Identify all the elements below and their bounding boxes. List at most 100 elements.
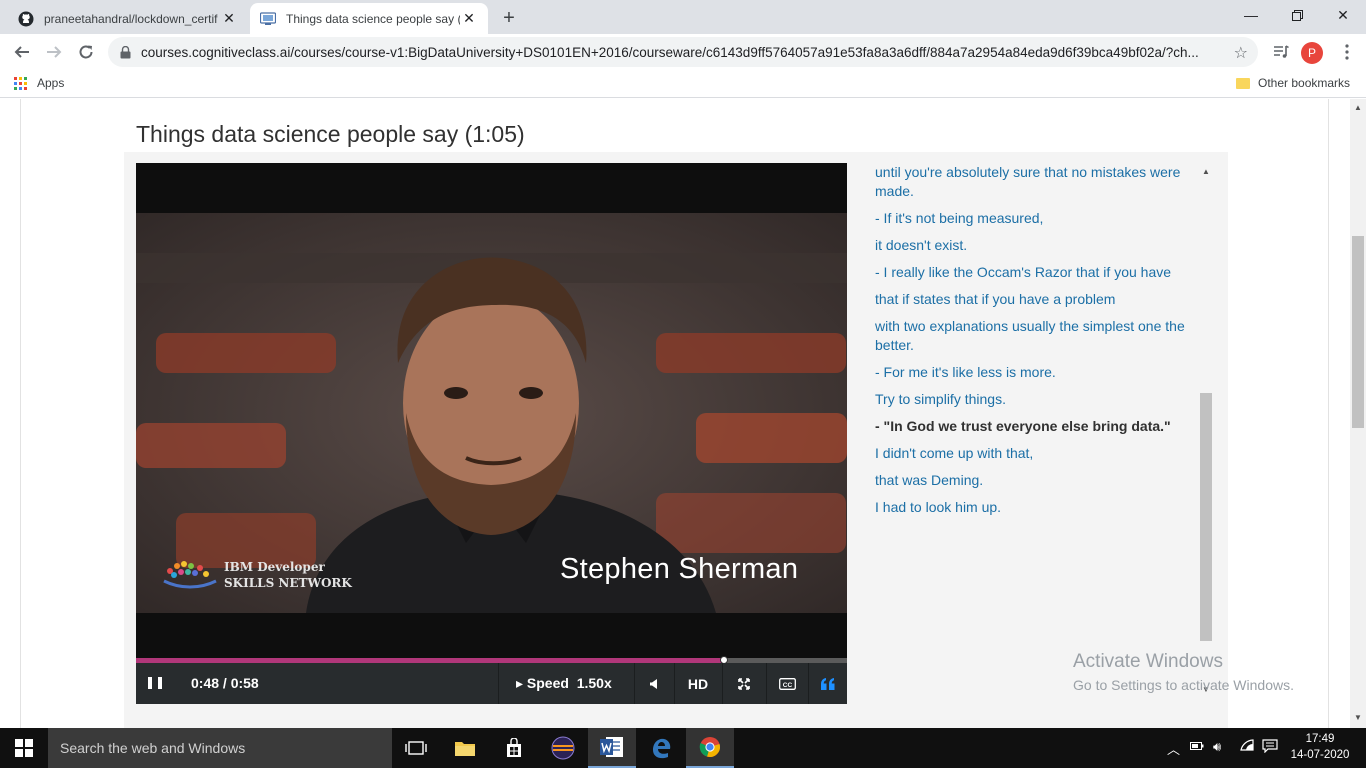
edge-icon[interactable] [637,728,685,768]
video-player[interactable]: IBM Developer SKILLS NETWORK Stephen She… [136,163,847,704]
taskbar-search-box[interactable]: Search the web and Windows [48,728,392,768]
scroll-down-arrow-icon[interactable]: ▼ [1354,713,1362,722]
back-arrow-icon[interactable] [9,39,35,65]
scroll-up-arrow-icon[interactable]: ▲ [1202,167,1210,176]
play-arrow-icon: ▸ [516,675,524,691]
word-icon[interactable] [588,728,636,768]
cc-icon: CC [778,677,796,690]
transcript-panel: until you're absolutely sure that no mis… [875,163,1195,525]
restore-icon[interactable] [1274,0,1320,30]
video-title: Things data science people say (1:05) [136,121,525,147]
new-tab-button[interactable]: + [496,6,522,30]
quote-icon [820,677,834,690]
other-bookmarks[interactable]: Other bookmarks [1236,76,1350,90]
scroll-up-arrow-icon[interactable]: ▲ [1354,103,1362,112]
windows-start-icon[interactable] [0,728,48,768]
apps-grid-icon [14,76,27,90]
clock-time: 17:49 [1305,733,1335,745]
transcript-line[interactable]: Try to simplify things. [875,390,1195,409]
close-window-icon[interactable]: ✕ [1320,0,1366,30]
tab-title: Things data science people say ( [286,11,460,26]
clock-date: 14-07-2020 [1290,749,1350,761]
close-tab-icon[interactable]: ✕ [220,10,238,28]
closed-captions-button[interactable]: CC [766,663,808,704]
forward-arrow-icon[interactable] [41,39,67,65]
transcript-line[interactable]: I had to look him up. [875,498,1195,517]
bookmark-star-icon[interactable]: ☆ [1234,43,1248,63]
speaker-name-caption: Stephen Sherman [560,553,799,585]
eclipse-icon[interactable] [539,728,587,768]
content-border [1328,99,1329,728]
page-content: Things data science people say (1:05) IB… [0,99,1350,728]
volume-button[interactable] [634,663,674,704]
browser-toolbar: courses.cognitiveclass.ai/courses/course… [0,34,1366,70]
speed-value: 1.50x [576,675,612,691]
other-bookmarks-label: Other bookmarks [1258,76,1351,90]
course-site-icon [260,11,276,27]
file-explorer-icon[interactable] [441,728,489,768]
content-border [20,99,21,728]
action-center-icon[interactable] [1262,739,1278,756]
chrome-icon[interactable] [686,728,734,768]
task-view-icon[interactable] [392,728,440,768]
transcript-line[interactable]: it doesn't exist. [875,236,1195,255]
fullscreen-button[interactable] [722,663,766,704]
close-tab-icon[interactable]: ✕ [460,10,478,28]
transcript-scroll-thumb[interactable] [1200,393,1212,641]
fullscreen-icon [738,677,750,690]
bookmarks-bar: Apps Other bookmarks [0,70,1366,98]
ibm-logo-icon [163,561,217,589]
pause-icon[interactable] [148,677,162,691]
transcript-scrollbar[interactable]: ▲ ▼ [1199,163,1213,697]
tab-github[interactable]: praneetahandral/lockdown_certif ✕ [8,3,248,34]
logo-text-line-2: SKILLS NETWORK [224,576,352,590]
watermark-title: Activate Windows [1073,651,1223,672]
activate-windows-watermark: Activate Windows Go to Settings to activ… [1073,651,1294,693]
apps-shortcut[interactable]: Apps [14,76,64,90]
transcript-toggle-button[interactable] [808,663,847,704]
speed-label: Speed [526,675,569,691]
lock-icon [120,45,131,59]
tab-course-video[interactable]: Things data science people say ( ✕ [250,3,488,34]
profile-avatar[interactable]: P [1301,42,1323,64]
watermark-subtitle: Go to Settings to activate Windows. [1073,677,1294,693]
ibm-skills-network-logo: IBM Developer SKILLS NETWORK [160,557,352,593]
media-queue-icon[interactable] [1268,39,1294,65]
github-icon [18,11,34,27]
transcript-line[interactable]: that was Deming. [875,471,1195,490]
video-time: 0:48 / 0:58 [191,675,259,691]
wifi-icon[interactable] [1240,739,1254,754]
browser-menu-icon[interactable] [1334,39,1360,65]
transcript-line[interactable]: - If it's not being measured, [875,209,1195,228]
transcript-line[interactable]: I didn't come up with that, [875,444,1195,463]
svg-text:CC: CC [782,681,792,688]
tab-title: praneetahandral/lockdown_certif [44,11,218,26]
browser-tab-strip: praneetahandral/lockdown_certif ✕ Things… [0,0,1366,34]
hd-button[interactable]: HD [674,663,722,704]
speed-button[interactable]: ▸ Speed 1.50x [516,675,612,692]
page-scroll-thumb[interactable] [1352,236,1364,428]
video-controls: 0:48 / 0:58 ▸ Speed 1.50x HD CC [136,663,847,704]
minimize-icon[interactable]: — [1228,0,1274,30]
video-frame[interactable]: IBM Developer SKILLS NETWORK Stephen She… [136,213,847,613]
page-scrollbar[interactable]: ▲ ▼ [1350,99,1366,728]
show-hidden-icons-icon[interactable]: ︿ [1167,739,1180,758]
folder-icon [1236,77,1250,89]
address-bar[interactable]: courses.cognitiveclass.ai/courses/course… [108,37,1258,67]
taskbar-clock[interactable]: 17:49 14-07-2020 [1290,731,1350,763]
volume-tray-icon[interactable]: 🔊︎ [1213,739,1221,755]
url-text: courses.cognitiveclass.ai/courses/course… [141,44,1199,60]
transcript-line-current[interactable]: - "In God we trust everyone else bring d… [875,417,1195,436]
apps-label: Apps [37,76,65,90]
transcript-line[interactable]: until you're absolutely sure that no mis… [875,163,1195,201]
transcript-line[interactable]: - For me it's like less is more. [875,363,1195,382]
reload-icon[interactable] [73,39,99,65]
transcript-line[interactable]: with two explanations usually the simple… [875,317,1195,355]
store-icon[interactable] [490,728,538,768]
logo-text-line-1: IBM Developer [224,560,325,574]
volume-icon [650,678,657,689]
transcript-line[interactable]: that if states that if you have a proble… [875,290,1195,309]
transcript-line[interactable]: - I really like the Occam's Razor that i… [875,263,1195,282]
windows-taskbar: Search the web and Windows ︿ 🔊︎ 17:49 14… [0,728,1366,768]
battery-icon[interactable] [1190,739,1204,754]
